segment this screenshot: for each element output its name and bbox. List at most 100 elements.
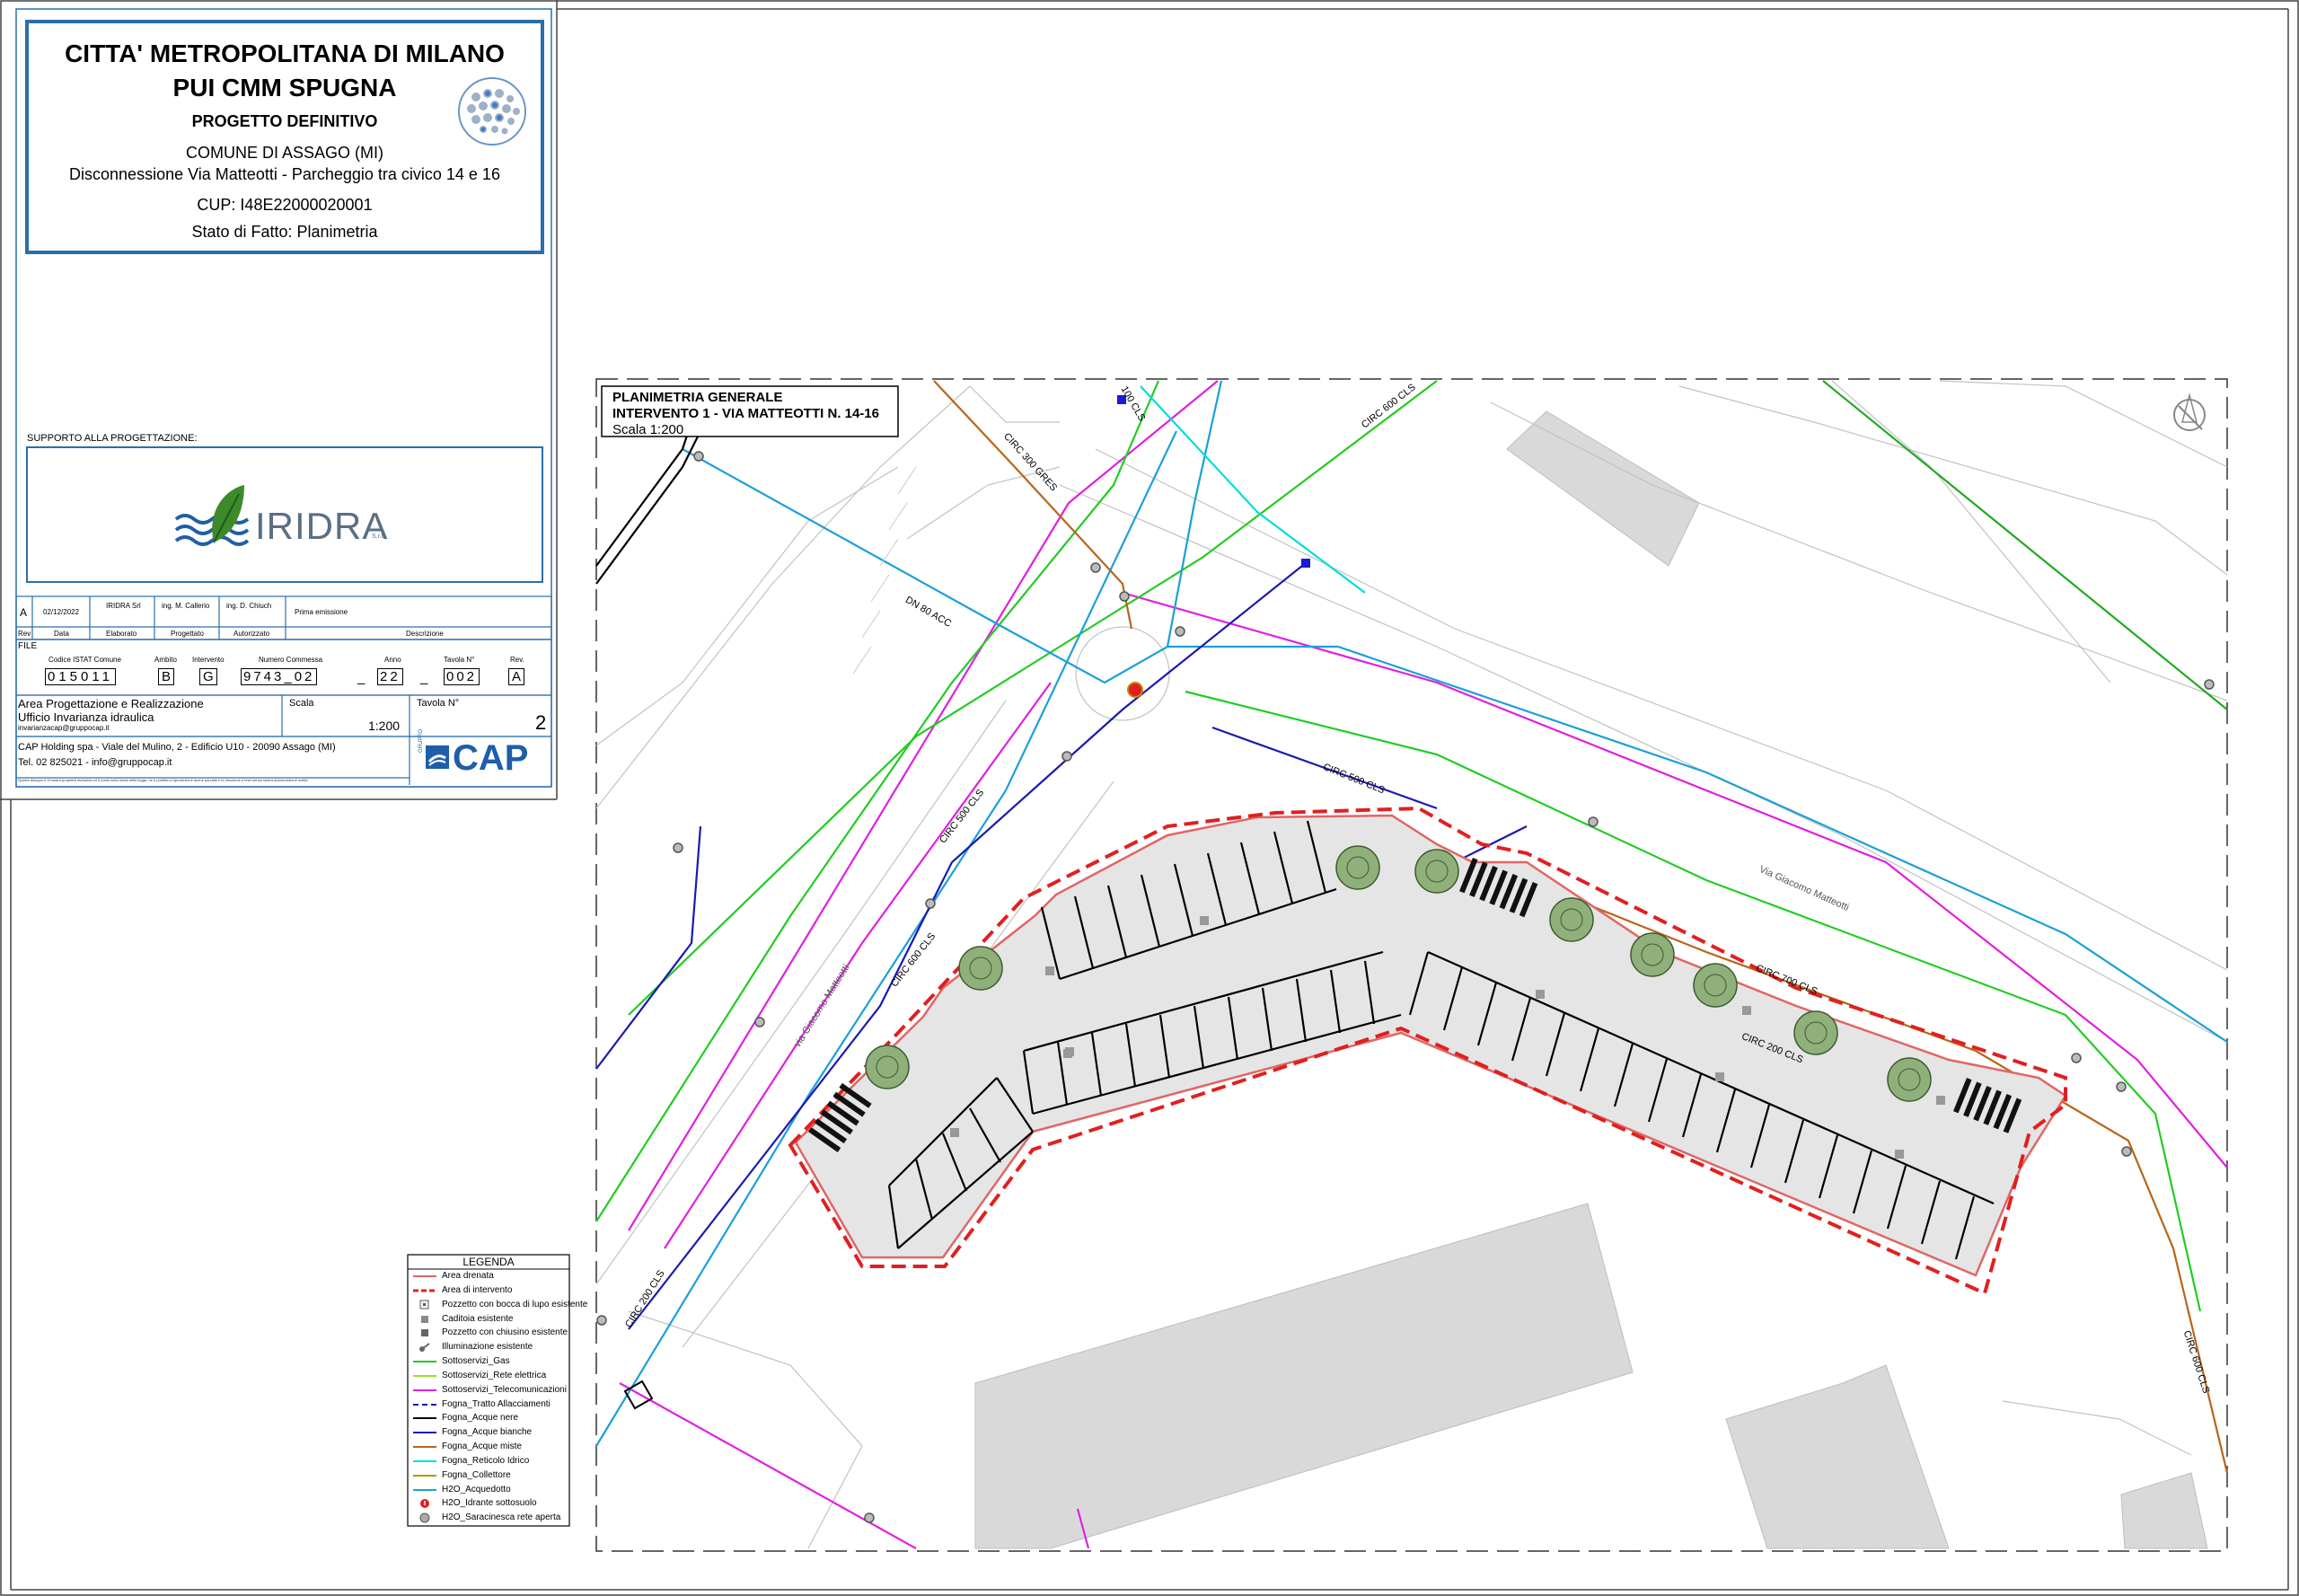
code-ambito: B (158, 668, 175, 685)
iridra-logo-sub: S.r.l. (372, 533, 385, 540)
revision-designed: ing. M. Callerio (162, 602, 210, 610)
legend-symbol-icon (411, 1398, 438, 1412)
legend-item: Fogna_Tratto Allacciamenti (408, 1398, 569, 1412)
code-commessa: 9743_02 (241, 668, 318, 685)
legend-symbol-icon (411, 1383, 438, 1398)
legend-item: Sottoservizi_Rete elettrica (408, 1369, 569, 1383)
office-line-2: Ufficio Invarianza idraulica (18, 710, 154, 724)
code-header-rev: Rev. (510, 656, 524, 664)
revision-letter: A (20, 606, 28, 619)
cup-code: CUP: I48E22000020001 (197, 196, 373, 214)
legend-item: H2O_Saracinesca rete aperta (408, 1511, 569, 1525)
sheet-number-label: Tavola N° (417, 698, 460, 709)
code-header-anno: Anno (384, 656, 401, 664)
legend-item: Fogna_Acque bianche (408, 1425, 569, 1440)
legend-symbol-icon (411, 1425, 438, 1440)
company-contacts: Tel. 02 825021 - info@gruppocap.it (18, 757, 172, 768)
legend-symbol-icon (411, 1411, 438, 1425)
legend-label: Fogna_Collettore (442, 1469, 511, 1480)
legend-symbol-icon (411, 1496, 438, 1511)
legend-item: Fogna_Reticolo Idrico (408, 1454, 569, 1468)
code-header-istat: Codice ISTAT Comune (48, 656, 121, 664)
legend-label: Sottoservizi_Gas (442, 1356, 510, 1366)
revision-header-authorized: Autorizzato (233, 630, 270, 638)
iridra-logo (174, 485, 250, 546)
scale-label: Scala (289, 698, 314, 709)
legend-item: Fogna_Acque miste (408, 1440, 569, 1454)
legend-label: Sottoservizi_Telecomunicazioni (442, 1384, 567, 1395)
legend-item: Fogna_Collettore (408, 1468, 569, 1483)
revision-date: 02/12/2022 (43, 608, 80, 616)
legend-label: Sottoservizi_Rete elettrica (442, 1370, 547, 1380)
code-intervento: G (199, 668, 217, 685)
revision-header-prepared: Elaborato (106, 630, 137, 638)
legend-label: Illuminazione esistente (442, 1342, 533, 1353)
legend-label: Pozzetto con chiusino esistente (442, 1327, 568, 1338)
parking-area (788, 806, 2067, 1296)
legend-label: Caditoia esistente (442, 1313, 514, 1324)
site-plan (407, 378, 2229, 1552)
telecom-line (619, 1382, 917, 1549)
legend-item: Pozzetto con chiusino esistente (408, 1326, 569, 1340)
manhole-square (623, 1380, 654, 1410)
code-tavola: 002 (444, 668, 480, 685)
code-istat: 015011 (45, 668, 116, 685)
company-address: CAP Holding spa - Viale del Mulino, 2 - … (18, 742, 336, 753)
legend-item: H2O_Acquedotto (408, 1483, 569, 1497)
black-sewer-line (595, 421, 693, 567)
mixed-sewer-line (933, 380, 1133, 630)
office-email: invarianzacap@gruppocap.it (18, 724, 110, 732)
legend-symbol-icon (411, 1454, 438, 1468)
revision-header-designed: Progettato (171, 630, 204, 638)
legal-disclaimer: Questo disegno è di nostra proprietà esc… (18, 778, 308, 782)
legend-symbol-icon (411, 1298, 438, 1312)
legend-label: Fogna_Acque nere (442, 1413, 519, 1424)
legend-symbol-icon (411, 1369, 438, 1383)
code-header-tavola: Tavola N° (444, 656, 475, 664)
cap-logo-text: CAP (453, 738, 529, 778)
iridra-logo-text: IRIDRA (255, 505, 389, 547)
legend-symbol-icon (411, 1483, 438, 1497)
revision-header-description: Descrizione (406, 630, 444, 638)
map-title: PLANIMETRIA GENERALE (612, 390, 783, 405)
cap-logo-icon (424, 744, 451, 771)
spugna-logo (458, 77, 526, 145)
legend-symbol-icon (411, 1326, 438, 1340)
revision-description: Prima emissione (295, 608, 348, 616)
drawing-status: Stato di Fatto: Planimetria (191, 223, 378, 241)
legend-label: H2O_Idrante sottosuolo (442, 1498, 537, 1509)
legend-label: Fogna_Acque miste (442, 1442, 522, 1451)
legend-label: Fogna_Acque bianche (442, 1427, 533, 1438)
code-rev: A (508, 668, 525, 685)
code-header-intervento: Intervento (192, 656, 225, 664)
revision-prepared: IRIDRA Srl (106, 602, 141, 610)
legend-label: Fogna_Reticolo Idrico (442, 1455, 530, 1466)
legend-label: H2O_Saracinesca rete aperta (442, 1512, 561, 1523)
north-arrow-icon (2173, 392, 2206, 431)
legend-symbol-icon (411, 1269, 438, 1283)
legend-item: Area drenata (408, 1269, 569, 1283)
project-subject: Disconnessione Via Matteotti - Parcheggi… (69, 165, 500, 183)
legend: LEGENDA Area drenata Area di intervento Po… (408, 1255, 587, 1526)
legend-label: H2O_Acquedotto (442, 1484, 511, 1495)
legend-item: Sottoservizi_Telecomunicazioni (408, 1383, 569, 1398)
legend-symbol-icon (411, 1312, 438, 1327)
revision-header-rev: Rev (18, 630, 31, 638)
code-header-commessa: Numero Commessa (259, 656, 323, 664)
sheet-number-value: 2 (535, 711, 547, 734)
project-title: PUI CMM SPUGNA (172, 74, 397, 101)
revision-authorized: ing. D. Chiuch (226, 602, 272, 610)
map-scale: Scala 1:200 (612, 422, 684, 437)
legend-item: Fogna_Acque nere (408, 1411, 569, 1425)
legend-symbol-icon (411, 1511, 438, 1525)
legend-symbol-icon (411, 1440, 438, 1454)
legend-item: Area di intervento (408, 1283, 569, 1298)
legend-symbol-icon (411, 1354, 438, 1369)
legend-label: Area di intervento (442, 1284, 513, 1295)
legend-item: Sottoservizi_Gas (408, 1354, 569, 1369)
map-subtitle: INTERVENTO 1 - VIA MATTEOTTI N. 14-16 (612, 406, 879, 421)
legend-symbol-icon (411, 1340, 438, 1354)
code-header-ambito: Ambito (154, 656, 177, 664)
office-line-1: Area Progettazione e Realizzazione (18, 697, 204, 710)
curb-hatching (852, 466, 917, 675)
